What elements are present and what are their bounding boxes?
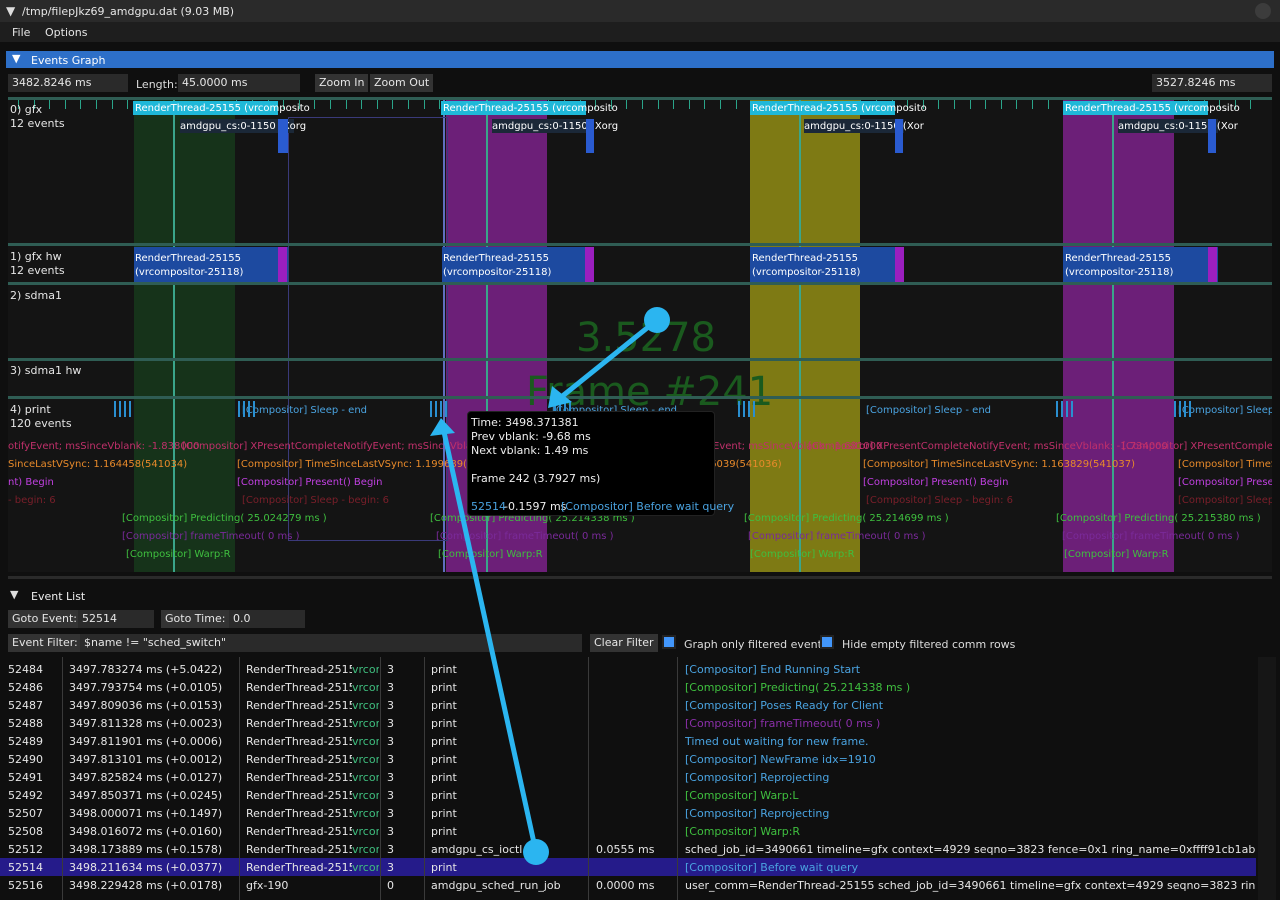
arrow-line	[558, 318, 659, 400]
annotation-arrows	[430, 307, 670, 865]
arrow-origin	[644, 307, 670, 333]
arrow-origin	[523, 839, 549, 865]
arrow-head	[430, 418, 455, 436]
arrow-line	[441, 431, 539, 853]
